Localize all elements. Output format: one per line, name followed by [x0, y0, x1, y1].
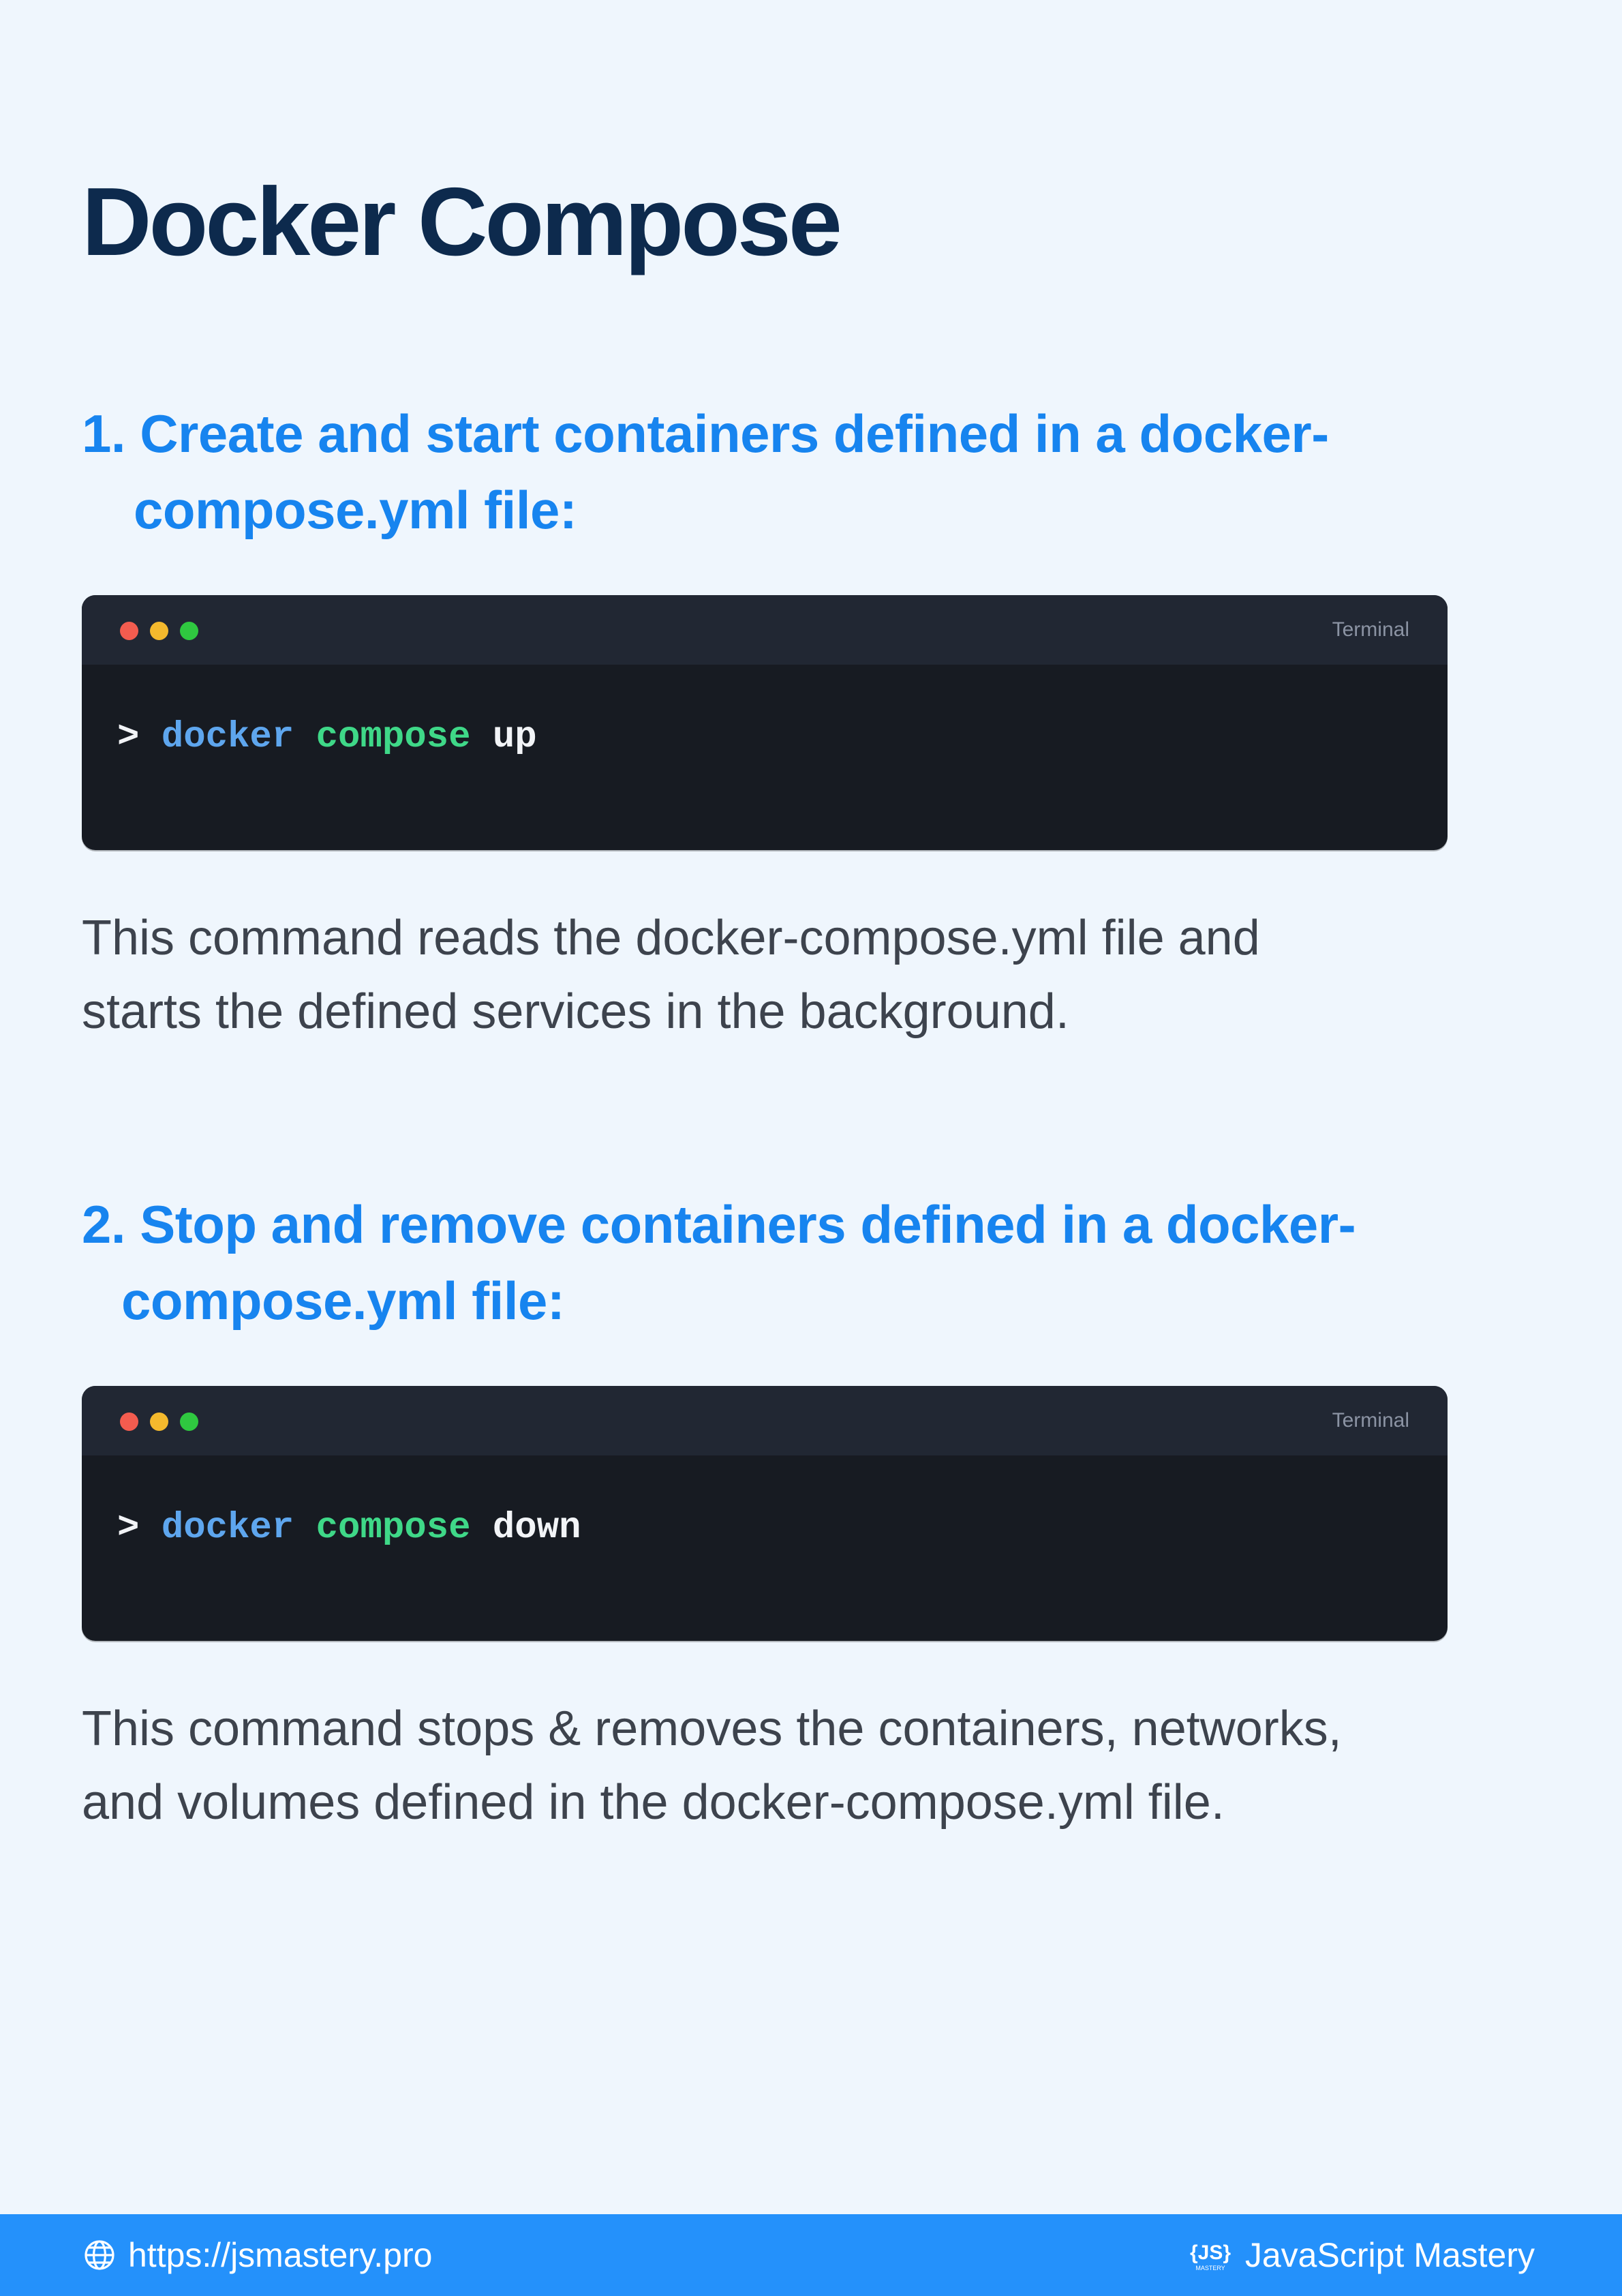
svg-text:{JS}: {JS} — [1190, 2241, 1231, 2264]
section-heading-2: 2. Stop and remove containers defined in… — [82, 1186, 1581, 1339]
logo-text: JS — [1198, 2241, 1223, 2264]
command-argument: up — [492, 716, 537, 758]
prompt-symbol: > — [117, 716, 140, 758]
section-heading-2-line2: compose.yml file: — [121, 1271, 565, 1331]
js-logo-icon: {JS} MASTERY — [1188, 2236, 1233, 2274]
globe-icon — [83, 2239, 116, 2271]
terminal-window-1: Terminal > docker compose up — [82, 595, 1448, 850]
section-heading-1-line2: compose.yml file: — [134, 480, 577, 540]
prompt-symbol: > — [117, 1507, 140, 1549]
command-argument: down — [492, 1507, 581, 1549]
terminal-label: Terminal — [1332, 1409, 1409, 1432]
terminal-window-2: Terminal > docker compose down — [82, 1386, 1448, 1641]
window-minimize-dot — [150, 622, 168, 640]
footer-website[interactable]: https://jsmastery.pro — [83, 2214, 432, 2296]
terminal-label: Terminal — [1332, 618, 1409, 641]
terminal-command-line: > docker compose up — [117, 719, 537, 756]
terminal-command-line: > docker compose down — [117, 1510, 581, 1547]
window-maximize-dot — [180, 1413, 198, 1431]
footer-url-link[interactable]: https://jsmastery.pro — [128, 2235, 432, 2275]
description-2-line2: and volumes defined in the docker-compos… — [82, 1775, 1225, 1830]
description-1-line1: This command reads the docker-compose.ym… — [82, 911, 1260, 965]
footer-brand: {JS} MASTERY JavaScript Mastery — [1188, 2214, 1535, 2296]
footer-brand-name: JavaScript Mastery — [1244, 2236, 1535, 2274]
window-maximize-dot — [180, 622, 198, 640]
section-heading-1-line1: 1. Create and start containers defined i… — [82, 404, 1329, 464]
section-heading-2-line1: 2. Stop and remove containers defined in… — [82, 1194, 1356, 1254]
logo-subtext: MASTERY — [1195, 2265, 1225, 2271]
window-close-dot — [120, 622, 138, 640]
description-1-line2: starts the defined services in the backg… — [82, 984, 1069, 1039]
command-name: docker — [161, 716, 294, 758]
command-subcommand: compose — [316, 1507, 471, 1549]
footer-bar: https://jsmastery.pro {JS} MASTERY JavaS… — [0, 2214, 1622, 2296]
page-title: Docker Compose — [82, 168, 842, 276]
section-heading-1: 1. Create and start containers defined i… — [82, 395, 1581, 548]
section-description-1: This command reads the docker-compose.ym… — [82, 901, 1567, 1048]
command-subcommand: compose — [316, 716, 471, 758]
terminal-title-bar: Terminal — [82, 595, 1448, 665]
window-close-dot — [120, 1413, 138, 1431]
terminal-title-bar: Terminal — [82, 1386, 1448, 1455]
section-description-2: This command stops & removes the contain… — [82, 1692, 1567, 1839]
description-2-line1: This command stops & removes the contain… — [82, 1702, 1342, 1756]
command-name: docker — [161, 1507, 294, 1549]
window-minimize-dot — [150, 1413, 168, 1431]
